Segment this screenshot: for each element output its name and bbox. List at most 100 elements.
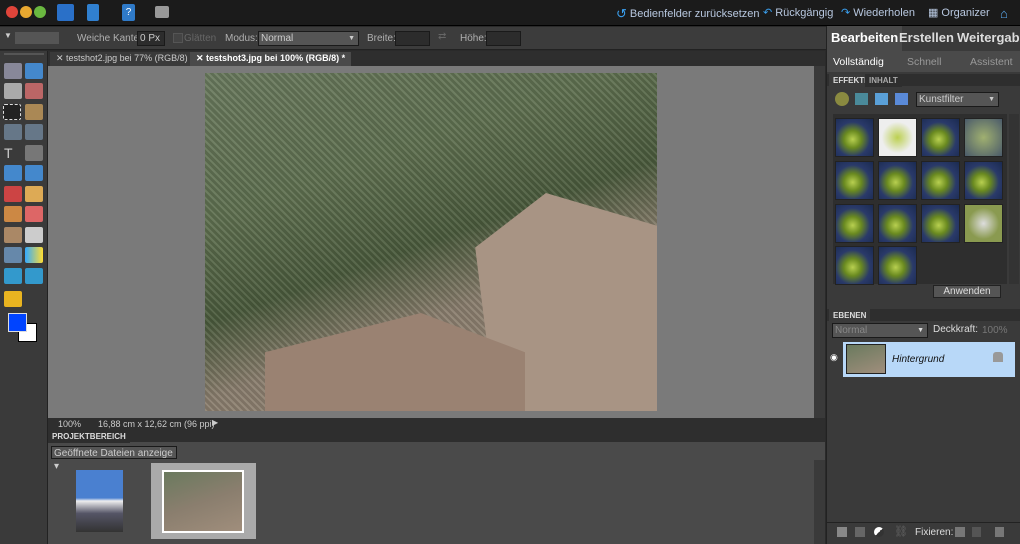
close-tab-icon[interactable]: ✕ (196, 53, 206, 63)
effect-thumbnail[interactable] (835, 118, 874, 157)
blend-mode-select[interactable]: Normal ▼ (832, 323, 928, 338)
effect-thumbnail[interactable] (878, 246, 917, 285)
document-image[interactable] (205, 73, 657, 411)
home-icon[interactable]: ⌂ (1000, 6, 1008, 21)
fx-icon[interactable] (895, 93, 908, 105)
eraser-tool-icon[interactable] (25, 206, 43, 222)
project-thumbnail-selected[interactable] (151, 463, 256, 539)
filter-category-select[interactable]: Kunstfilter ▼ (916, 92, 999, 107)
width-input[interactable] (395, 31, 430, 46)
layer-row-background[interactable]: Hintergrund (843, 342, 1015, 377)
red-eye-tool-icon[interactable] (4, 186, 22, 202)
mode-select[interactable]: Normal ▼ (258, 31, 359, 46)
help-icon[interactable]: ? (122, 4, 135, 21)
effect-thumbnail[interactable] (964, 161, 1003, 200)
height-input[interactable] (486, 31, 521, 46)
tab-share[interactable]: Weitergabe (953, 26, 1020, 51)
marquee-tool-icon[interactable] (3, 104, 21, 120)
vertical-scrollbar[interactable] (814, 66, 825, 418)
effect-thumbnail[interactable] (835, 246, 874, 285)
swap-icon[interactable]: ⇄ (438, 31, 446, 42)
lock-label: Fixieren: (915, 527, 954, 538)
status-menu-arrow-icon[interactable]: ▶ (212, 418, 218, 427)
zoom-level[interactable]: 100% (58, 419, 81, 429)
mode-quick[interactable]: Schnell (907, 56, 941, 68)
effect-thumbnail[interactable] (878, 118, 917, 157)
shape-tool-icon[interactable] (4, 165, 22, 181)
move-tool-icon[interactable] (4, 63, 22, 79)
magic-wand-tool-icon[interactable] (4, 124, 22, 140)
effect-thumbnail[interactable] (964, 204, 1003, 243)
mode-full[interactable]: Vollständig (833, 56, 884, 68)
gradient-tool-icon[interactable] (25, 247, 43, 263)
feather-input[interactable]: 0 Px (137, 31, 165, 46)
foreground-color-swatch[interactable] (8, 313, 27, 332)
effect-thumbnail[interactable] (921, 118, 960, 157)
project-bin-dropdown[interactable]: Geöffnete Dateien anzeige ▾ (51, 446, 177, 472)
apply-button[interactable]: Anwenden (933, 285, 1001, 298)
photo-effects-icon[interactable] (875, 93, 888, 105)
lock-transparency-icon[interactable] (955, 527, 965, 537)
save-icon[interactable] (87, 4, 99, 21)
effect-thumbnail[interactable] (921, 161, 960, 200)
selection-mode-buttons[interactable] (15, 32, 59, 44)
effect-thumbnail[interactable] (964, 118, 1003, 157)
effects-scrollbar[interactable] (1009, 114, 1019, 284)
layer-mask-icon[interactable] (855, 527, 865, 537)
mode-guided[interactable]: Assistent (970, 56, 1013, 68)
maximize-window-button[interactable] (34, 6, 46, 18)
minimize-window-button[interactable] (20, 6, 32, 18)
tab-edit[interactable]: Bearbeiten (827, 26, 903, 51)
cookie-cutter-tool-icon[interactable] (4, 291, 22, 307)
tool-preset-dropdown[interactable]: ▼ (4, 31, 12, 40)
project-thumbnail[interactable] (76, 470, 123, 532)
close-tab-icon[interactable]: ✕ (56, 53, 66, 63)
straighten-tool-icon[interactable] (25, 165, 43, 181)
reset-panels-button[interactable]: ↺ Bedienfelder zurücksetzen (616, 6, 760, 22)
delete-layer-icon[interactable] (995, 527, 1004, 537)
paint-bucket-tool-icon[interactable] (4, 247, 22, 263)
hand-tool-icon[interactable] (4, 83, 22, 99)
visibility-eye-icon[interactable]: ◉ (830, 352, 840, 362)
effect-thumbnail[interactable] (878, 204, 917, 243)
healing-brush-tool-icon[interactable] (25, 186, 43, 202)
undo-button[interactable]: ↶ Rückgängig (763, 6, 833, 20)
tab-testshot3[interactable]: ✕ testshot3.jpg bei 100% (RGB/8) * (190, 52, 352, 66)
layers-panel-title[interactable]: EBENEN (829, 309, 871, 322)
lasso-tool-icon[interactable] (25, 104, 43, 120)
effect-thumbnail[interactable] (921, 204, 960, 243)
layer-styles-icon[interactable] (855, 93, 868, 105)
link-layers-icon[interactable]: ⛓ (894, 525, 908, 538)
filters-icon[interactable] (835, 92, 849, 106)
opacity-value[interactable]: 100% (982, 325, 1008, 336)
text-tool-icon[interactable]: T (4, 145, 22, 161)
tab-testshot2[interactable]: ✕ testshot2.jpg bei 77% (RGB/8) * (50, 52, 200, 66)
antialias-checkbox[interactable] (173, 33, 183, 43)
effect-thumbnail[interactable] (835, 204, 874, 243)
close-window-button[interactable] (6, 6, 18, 18)
layer-name[interactable]: Hintergrund (892, 354, 944, 365)
organizer-button[interactable]: ▦ Organizer (928, 6, 990, 20)
crop-tool-icon[interactable] (25, 145, 43, 161)
adjustment-layer-icon[interactable] (874, 527, 884, 537)
redo-button[interactable]: ↷ Wiederholen (841, 6, 915, 20)
project-bin-scrollbar[interactable] (814, 460, 825, 544)
quick-selection-tool-icon[interactable] (25, 124, 43, 140)
layout-icon[interactable] (155, 6, 169, 18)
project-bin-title[interactable]: PROJEKTBEREICH (48, 430, 130, 443)
lock-all-icon[interactable] (972, 527, 981, 537)
feather-label: Weiche Kante: (77, 33, 142, 44)
effect-thumbnail[interactable] (835, 161, 874, 200)
tab-content[interactable]: INHALT (865, 74, 902, 87)
zoom-tool-icon[interactable] (25, 63, 43, 79)
eyedropper-tool-icon[interactable] (25, 83, 43, 99)
brush-tool-icon[interactable] (4, 227, 22, 243)
new-file-icon[interactable] (57, 4, 74, 21)
clone-stamp-tool-icon[interactable] (4, 206, 22, 222)
sponge-tool-icon[interactable] (25, 268, 43, 284)
tab-create[interactable]: Erstellen (895, 26, 958, 51)
effect-thumbnail[interactable] (878, 161, 917, 200)
new-layer-icon[interactable] (837, 527, 847, 537)
smart-brush-tool-icon[interactable] (25, 227, 43, 243)
blur-tool-icon[interactable] (4, 268, 22, 284)
